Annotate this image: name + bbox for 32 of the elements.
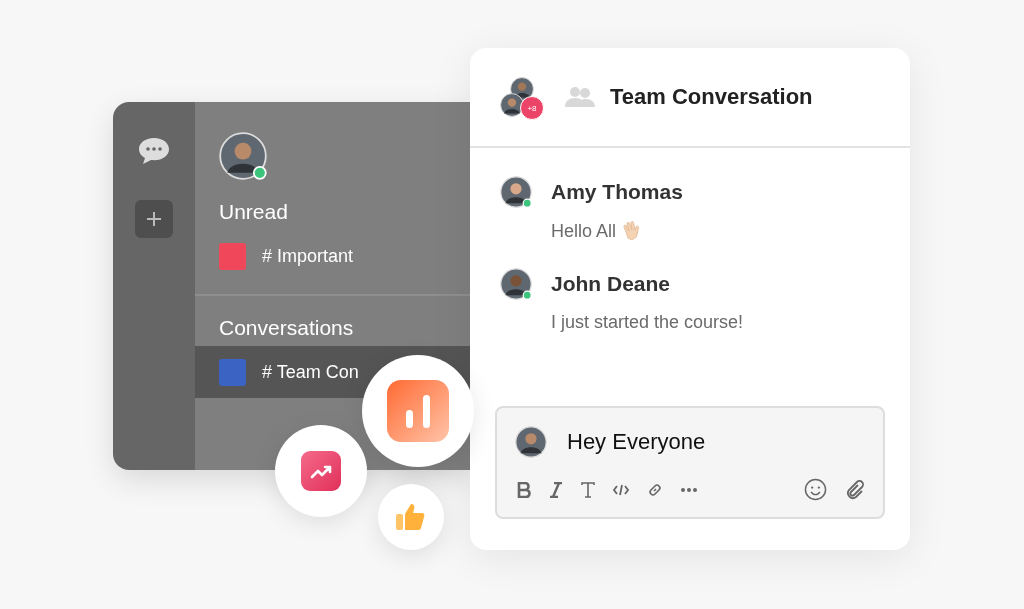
section-heading: Conversations (218, 316, 355, 340)
section-heading: Unread (218, 200, 289, 224)
message-text: Hello All (551, 220, 617, 242)
emoji-icon[interactable] (804, 478, 827, 501)
group-icon (564, 86, 596, 108)
channel-label: # Team Con (262, 361, 359, 383)
author-name: John Deane (551, 272, 671, 296)
avatar-icon (219, 132, 267, 180)
chat-bubble-icon[interactable] (137, 136, 171, 166)
channel-label: # Important (262, 245, 354, 267)
avatar-icon (500, 93, 524, 117)
more-icon[interactable] (681, 487, 697, 492)
avatar-icon (515, 426, 547, 458)
paperclip-icon[interactable] (845, 479, 865, 500)
code-icon[interactable] (613, 483, 629, 496)
text-format-icon[interactable] (581, 481, 595, 498)
avatar-icon (500, 268, 532, 300)
plus-icon (146, 211, 162, 227)
trend-app-icon[interactable] (301, 451, 341, 491)
author-name: Amy Thomas (551, 180, 683, 204)
bar-chart-app-icon[interactable] (387, 380, 449, 442)
message-text: I just started the course! (551, 312, 744, 333)
bold-icon[interactable] (517, 481, 531, 498)
conversation-title: Team Conversation (610, 84, 813, 110)
channel-item[interactable]: # Important (195, 230, 473, 282)
avatar-icon (500, 176, 532, 208)
italic-icon[interactable] (549, 481, 563, 498)
thumbs-up-icon[interactable] (395, 502, 427, 532)
add-button[interactable] (135, 200, 173, 238)
message-input[interactable]: Hey Everyone (567, 429, 855, 455)
member-count-badge: +8 (520, 96, 544, 120)
link-icon[interactable] (647, 481, 663, 498)
